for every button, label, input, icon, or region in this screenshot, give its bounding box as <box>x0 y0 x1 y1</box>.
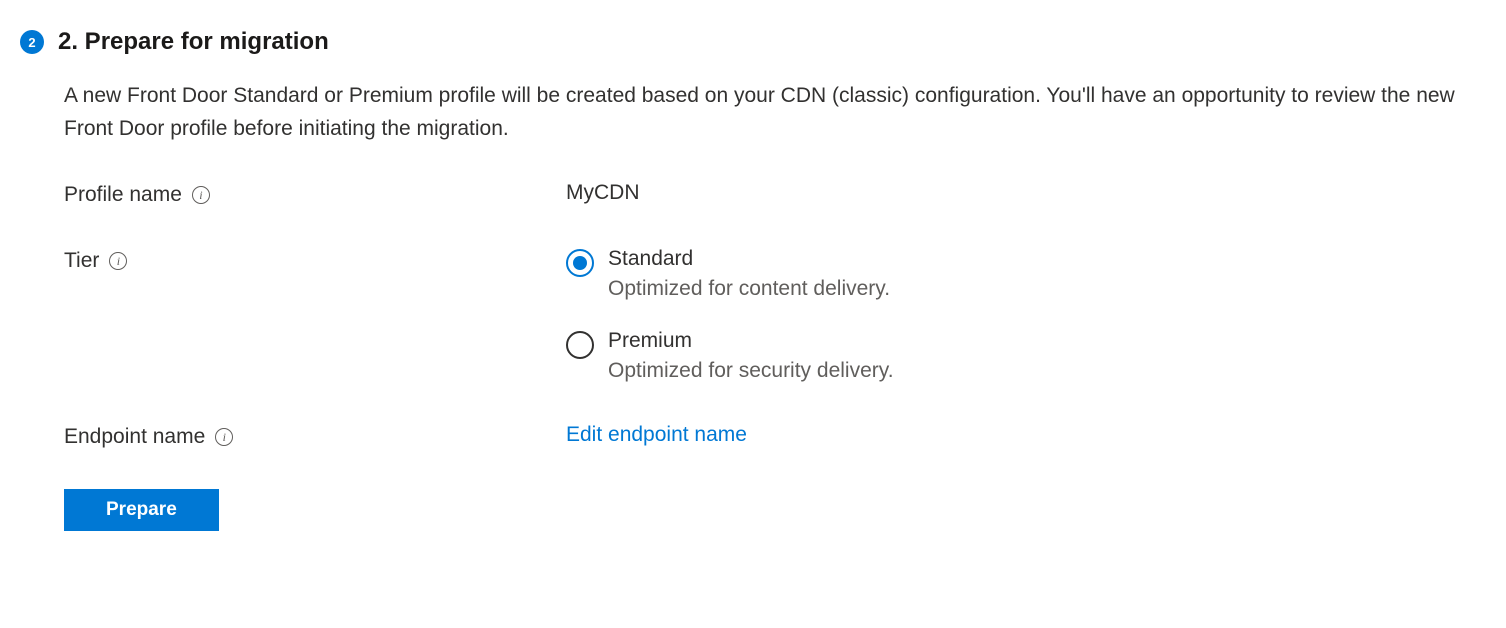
step-number-badge: 2 <box>20 30 44 54</box>
tier-value-col: Standard Optimized for content delivery.… <box>566 247 1486 383</box>
section-header: 2 2. Prepare for migration <box>20 28 1486 56</box>
info-icon[interactable]: i <box>215 428 233 446</box>
edit-endpoint-name-link[interactable]: Edit endpoint name <box>566 423 747 446</box>
radio-unselected-icon <box>566 331 594 359</box>
endpoint-name-row: Endpoint name i Edit endpoint name <box>64 423 1486 449</box>
profile-name-label: Profile name <box>64 183 182 207</box>
endpoint-name-label-col: Endpoint name i <box>64 423 566 449</box>
profile-name-label-col: Profile name i <box>64 181 566 207</box>
info-icon[interactable]: i <box>192 186 210 204</box>
radio-premium-desc: Optimized for security delivery. <box>608 359 894 383</box>
tier-label-col: Tier i <box>64 247 566 273</box>
profile-name-value-col: MyCDN <box>566 181 1486 205</box>
endpoint-name-value-col: Edit endpoint name <box>566 423 1486 447</box>
section-title: 2. Prepare for migration <box>58 28 329 56</box>
tier-label: Tier <box>64 249 99 273</box>
section-description: A new Front Door Standard or Premium pro… <box>64 80 1464 145</box>
radio-premium-text: Premium Optimized for security delivery. <box>608 329 894 383</box>
tier-radio-premium[interactable]: Premium Optimized for security delivery. <box>566 329 1486 383</box>
radio-premium-label: Premium <box>608 329 894 353</box>
radio-standard-desc: Optimized for content delivery. <box>608 277 890 301</box>
radio-standard-text: Standard Optimized for content delivery. <box>608 247 890 301</box>
profile-name-row: Profile name i MyCDN <box>64 181 1486 207</box>
info-icon[interactable]: i <box>109 252 127 270</box>
tier-row: Tier i Standard Optimized for content de… <box>64 247 1486 383</box>
tier-radio-standard[interactable]: Standard Optimized for content delivery. <box>566 247 1486 301</box>
prepare-button[interactable]: Prepare <box>64 489 219 531</box>
radio-selected-icon <box>566 249 594 277</box>
profile-name-value: MyCDN <box>566 181 640 204</box>
form-area: Profile name i MyCDN Tier i Standard Opt… <box>64 181 1486 531</box>
radio-standard-label: Standard <box>608 247 890 271</box>
endpoint-name-label: Endpoint name <box>64 425 205 449</box>
